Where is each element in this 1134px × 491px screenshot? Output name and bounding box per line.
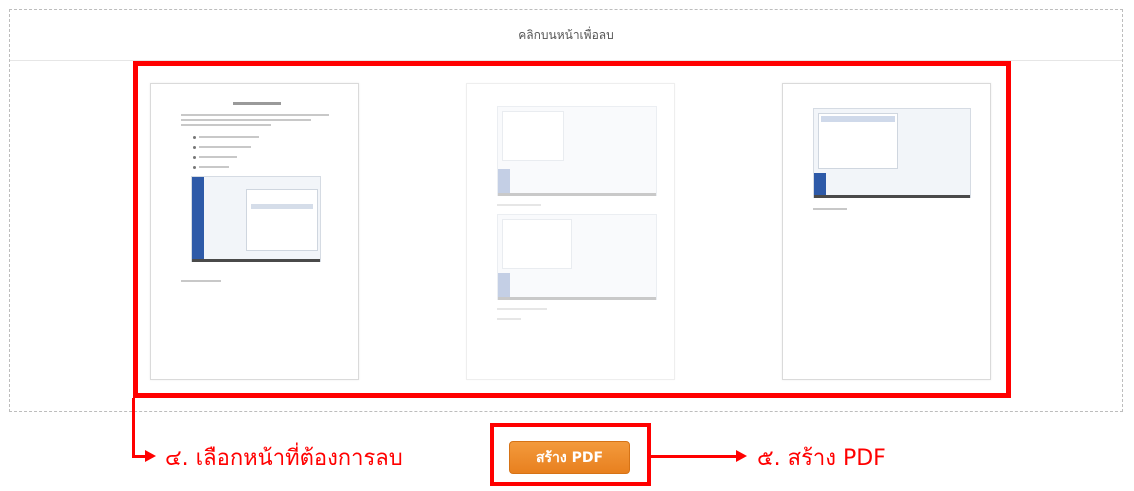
arrow-right-icon [145, 450, 156, 462]
step-5-label: ๕. สร้าง PDF [757, 446, 886, 471]
arrow-right-icon [736, 450, 747, 462]
create-pdf-button[interactable]: สร้าง PDF [509, 441, 630, 474]
step-4-label: ๔. เลือกหน้าที่ต้องการลบ [165, 446, 403, 471]
annotation-connector [132, 398, 135, 458]
pages-highlight-frame [133, 61, 1011, 398]
panel-header: คลิกบนหน้าเพื่อลบ [10, 10, 1122, 61]
annotation-connector [650, 455, 738, 458]
